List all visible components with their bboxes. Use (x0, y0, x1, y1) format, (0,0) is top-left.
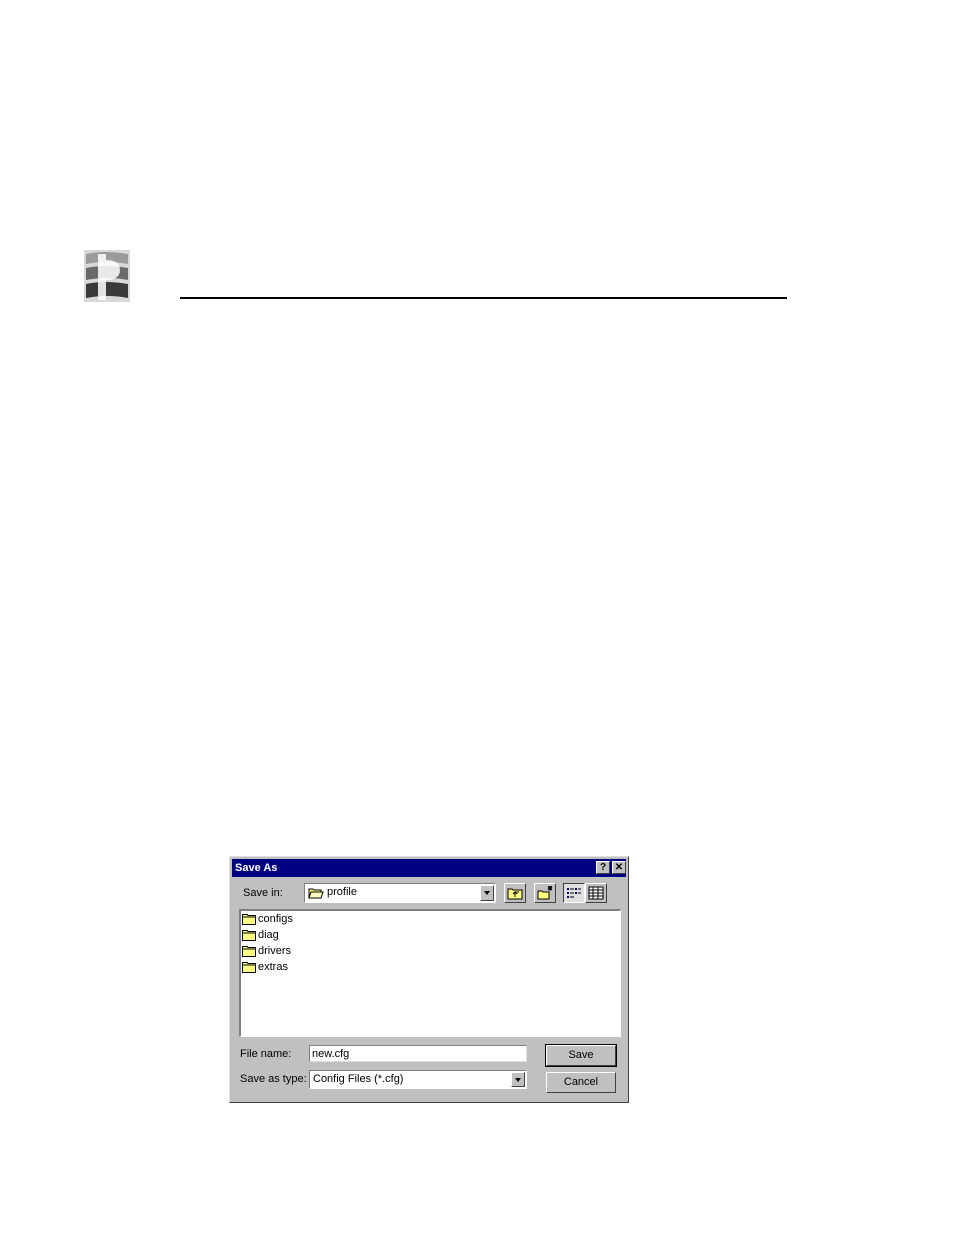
file-name-input[interactable]: new.cfg (309, 1045, 527, 1062)
close-button[interactable]: ✕ (612, 861, 626, 874)
file-name-value: new.cfg (312, 1048, 350, 1060)
list-view-icon (566, 886, 582, 903)
folder-open-icon (308, 886, 324, 903)
folder-icon (242, 961, 257, 976)
list-view-button[interactable] (563, 883, 585, 903)
file-list-item-name: configs (258, 913, 293, 925)
folder-icon (242, 945, 257, 960)
save-in-dropdown-arrow[interactable] (480, 885, 494, 901)
save-in-label: Save in: (243, 887, 283, 899)
dialog-titlebar: Save As ? ✕ (232, 859, 626, 877)
file-list-item-name: extras (258, 961, 288, 973)
file-list-item[interactable]: configs (241, 911, 381, 927)
up-one-level-button[interactable] (504, 883, 526, 903)
help-button[interactable]: ? (596, 861, 610, 874)
file-name-label: File name: (240, 1048, 292, 1060)
header-rule (180, 297, 787, 299)
save-as-type-dropdown[interactable]: Config Files (*.cfg) (309, 1070, 527, 1089)
details-view-button[interactable] (585, 883, 607, 903)
folder-icon (242, 929, 257, 944)
company-logo (84, 250, 130, 302)
up-one-level-icon (507, 886, 523, 903)
folder-icon (242, 913, 257, 928)
save-button[interactable]: Save (545, 1044, 617, 1067)
create-new-folder-button[interactable] (534, 883, 556, 903)
file-list-item[interactable]: drivers (241, 943, 381, 959)
save-as-type-dropdown-arrow[interactable] (511, 1072, 525, 1087)
save-as-dialog: Save As ? ✕ Save in: profile configs dia… (229, 856, 629, 1103)
create-new-folder-icon (537, 885, 553, 903)
file-list-item[interactable]: diag (241, 927, 381, 943)
details-view-icon (588, 886, 604, 903)
dialog-title: Save As (235, 862, 278, 874)
cancel-button[interactable]: Cancel (546, 1072, 616, 1093)
save-in-value: profile (327, 886, 357, 898)
file-list-item[interactable]: extras (241, 959, 381, 975)
file-list-item-name: diag (258, 929, 279, 941)
file-list-item-name: drivers (258, 945, 292, 957)
file-list[interactable]: configs diag drivers extras (239, 909, 621, 1037)
save-in-dropdown[interactable]: profile (304, 883, 496, 903)
save-as-type-label: Save as type: (240, 1073, 307, 1085)
save-as-type-value: Config Files (*.cfg) (313, 1073, 404, 1085)
